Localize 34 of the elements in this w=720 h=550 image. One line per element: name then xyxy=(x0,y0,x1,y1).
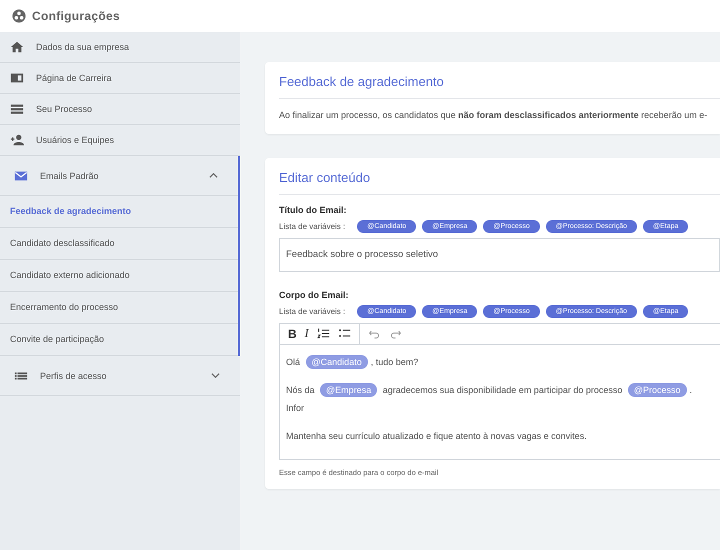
field-label: Título do Email: xyxy=(279,204,348,215)
chevron-up-icon[interactable] xyxy=(209,171,218,180)
sidebar-item[interactable]: Emails Padrão xyxy=(0,156,238,196)
body-paragraph: Mantenha seu currículo atualizado e fique atento à novas vagas e convites. xyxy=(286,430,588,443)
bold-button[interactable]: B xyxy=(288,326,297,341)
submenu-item[interactable]: Convite de participação xyxy=(0,324,238,356)
subject-input-field[interactable]: Feedback sobre o processo seletivo xyxy=(279,238,720,272)
variables-label: Lista de variáveis : xyxy=(279,306,346,316)
variables-label: Lista de variáveis : xyxy=(279,222,346,231)
page-icon xyxy=(10,71,24,85)
card-title: Feedback de agradecimento xyxy=(279,62,720,99)
submenu-item[interactable]: Candidato desclassificado xyxy=(0,228,238,260)
ordered-list-icon[interactable] xyxy=(316,327,330,340)
chevron-down-icon[interactable] xyxy=(211,371,220,380)
submenu-item[interactable]: Encerramento do processo xyxy=(0,292,238,324)
italic-button[interactable]: I xyxy=(304,326,309,342)
sidebar-item[interactable]: Usuários e Equipes xyxy=(0,125,240,156)
body-paragraph: Olá @Candidato , tudo bem? xyxy=(286,354,420,371)
home-icon xyxy=(10,40,24,54)
sidebar-item[interactable]: Página de Carreira xyxy=(0,63,240,94)
page-title: Configurações xyxy=(32,9,120,23)
body-editor[interactable]: B I Olá @Candidato , tudo bem? Nós da @Empresa agradecemos sua disponibilidade em participar do processo @Processo . Infor Mantenha seu currículo atualizado e fique atento à novas vagas e convites. xyxy=(279,322,720,460)
list-icon xyxy=(10,102,24,116)
submenu-item[interactable]: Feedback de agradecimento xyxy=(0,196,238,228)
field-label: Corpo do Email: xyxy=(279,290,350,300)
sidebar-item[interactable]: Dados da sua empresa xyxy=(0,32,240,63)
mail-icon xyxy=(14,168,28,182)
card-title: Editar conteúdo xyxy=(279,158,720,195)
settings-icon xyxy=(12,9,26,23)
body-paragraph: Nós da @Empresa agradecemos sua disponibilidade em participar do processo @Processo . Infor xyxy=(286,382,694,415)
submenu-item[interactable]: Candidato externo adicionado xyxy=(0,260,238,292)
info-text: Ao finalizar um processo, os candidatos que não foram desclassificados anteriormente receberão um e- xyxy=(279,109,708,122)
add-user-icon xyxy=(10,133,24,147)
sidebar-item[interactable]: Seu Processo xyxy=(0,94,240,125)
